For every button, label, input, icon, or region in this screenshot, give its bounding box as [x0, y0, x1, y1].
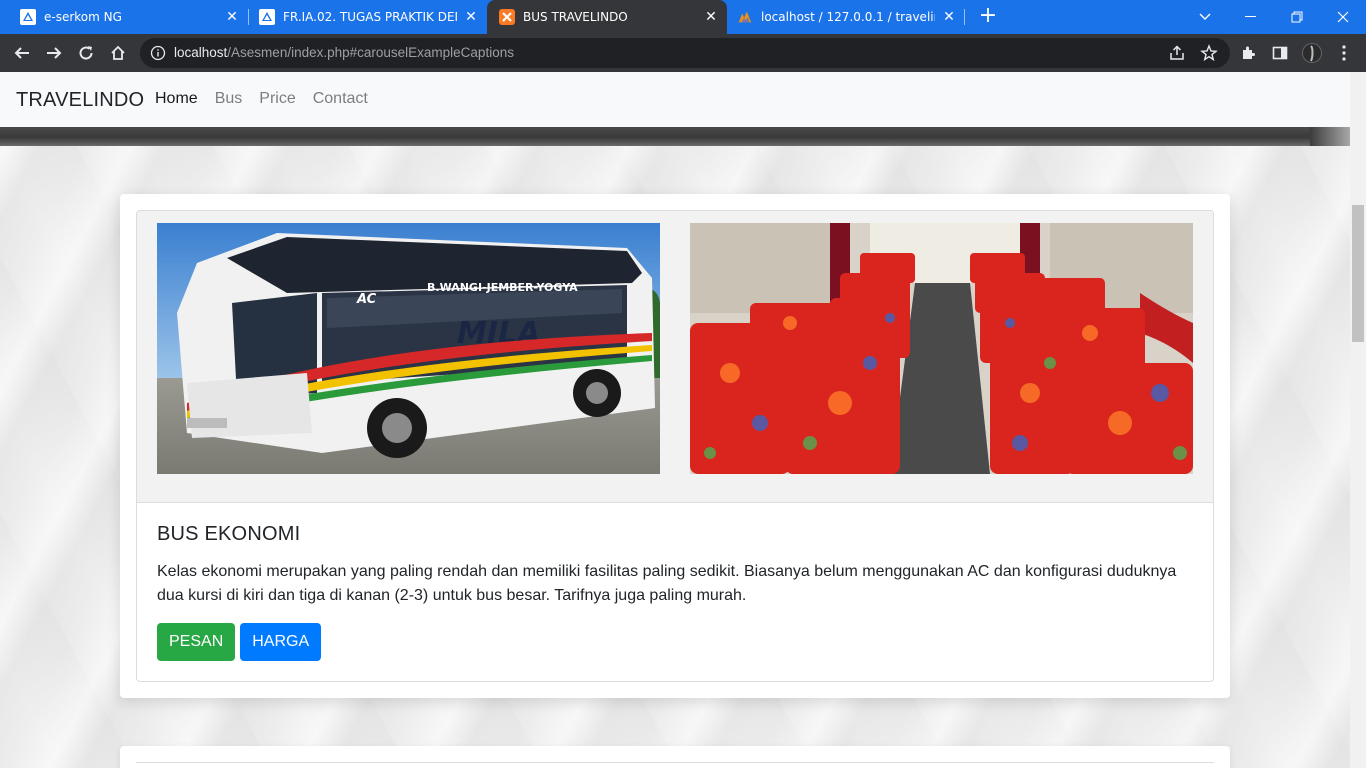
extensions-puzzle-icon[interactable]: [1236, 41, 1260, 65]
close-icon[interactable]: ✕: [463, 9, 479, 25]
bus-ekonomi-inner-card: MILA B.WANGI-JEMBER-YOGYA AC BUS EKONOMI…: [136, 210, 1214, 682]
tab-e-serkom[interactable]: e-serkom NG ✕: [0, 0, 248, 34]
bus-destination-text: B.WANGI-JEMBER-YOGYA: [427, 281, 578, 294]
tab-fr-ia-02[interactable]: FR.IA.02. TUGAS PRAKTIK DEMONS ✕: [239, 0, 487, 34]
tab-phpmyadmin[interactable]: localhost / 127.0.0.1 / travelindo ✕: [727, 0, 965, 34]
nav-link-home[interactable]: Home: [155, 90, 198, 108]
url-text[interactable]: localhost/Asesmen/index.php#carouselExam…: [174, 45, 514, 60]
next-bus-card: [120, 746, 1230, 768]
close-icon[interactable]: ✕: [703, 9, 719, 25]
side-panel-icon[interactable]: [1268, 41, 1292, 65]
new-tab-button[interactable]: +: [976, 5, 1000, 29]
bus-exterior-image: MILA B.WANGI-JEMBER-YOGYA AC: [157, 223, 660, 474]
browser-toolbar: localhost/Asesmen/index.php#carouselExam…: [0, 34, 1366, 72]
navbar-brand[interactable]: TRAVELINDO: [16, 89, 144, 112]
back-arrow-icon[interactable]: [10, 41, 34, 65]
tab-title: e-serkom NG: [44, 10, 122, 24]
scrollbar-thumb[interactable]: [1352, 205, 1364, 342]
tab-divider: [964, 9, 965, 25]
menu-kebab-icon[interactable]: [1332, 41, 1356, 65]
nav-link-bus[interactable]: Bus: [215, 90, 243, 108]
url-host: localhost: [174, 45, 228, 60]
card-title: BUS EKONOMI: [157, 523, 301, 545]
bus-interior-image: [690, 223, 1193, 474]
browser-tab-strip: e-serkom NG ✕ FR.IA.02. TUGAS PRAKTIK DE…: [0, 0, 1366, 34]
card-image-area: MILA B.WANGI-JEMBER-YOGYA AC: [137, 211, 1213, 503]
tab-title: localhost / 127.0.0.1 / travelindo: [761, 10, 935, 24]
share-icon[interactable]: [1168, 44, 1186, 66]
harga-button[interactable]: HARGA: [240, 623, 322, 661]
page-viewport: TRAVELINDO Home Bus Price Contact MILA B…: [0, 72, 1366, 768]
tab-title: FR.IA.02. TUGAS PRAKTIK DEMONS: [283, 10, 457, 24]
address-bar[interactable]: localhost/Asesmen/index.php#carouselExam…: [140, 38, 1230, 68]
pesan-button[interactable]: PESAN: [157, 623, 236, 661]
tab-search-chevron-down-icon[interactable]: [1182, 0, 1228, 34]
forward-arrow-icon[interactable]: [42, 41, 66, 65]
card-description: Kelas ekonomi merupakan yang paling rend…: [157, 563, 1177, 604]
triangle-logo-icon: [259, 9, 275, 25]
close-window-icon[interactable]: [1320, 0, 1366, 34]
page-scrollbar[interactable]: [1350, 72, 1366, 768]
carousel-bottom-edge: [0, 127, 1350, 146]
card-actions: PESAN HARGA: [157, 623, 1197, 661]
card-body: BUS EKONOMI Kelas ekonomi merupakan yang…: [157, 523, 1197, 661]
bus-ekonomi-card: MILA B.WANGI-JEMBER-YOGYA AC BUS EKONOMI…: [120, 194, 1230, 698]
nav-links: Home Bus Price Contact: [155, 90, 385, 108]
tab-title: BUS TRAVELINDO: [523, 10, 628, 24]
url-path: /Asesmen/index.php#carouselExampleCaptio…: [227, 45, 514, 60]
profile-avatar[interactable]: [1300, 41, 1324, 65]
restore-icon[interactable]: [1274, 0, 1320, 34]
close-icon[interactable]: ✕: [224, 9, 240, 25]
phpmyadmin-icon: [737, 9, 753, 25]
triangle-logo-icon: [20, 9, 36, 25]
home-icon[interactable]: [106, 41, 130, 65]
minimize-icon[interactable]: [1228, 0, 1274, 34]
bus-ac-text: AC: [356, 292, 377, 307]
bookmark-star-icon[interactable]: [1200, 44, 1218, 66]
site-info-icon[interactable]: [150, 45, 166, 65]
xampp-icon: [499, 9, 515, 25]
close-icon[interactable]: ✕: [941, 9, 957, 25]
tab-bus-travelindo[interactable]: BUS TRAVELINDO ✕: [487, 0, 727, 34]
nav-link-contact[interactable]: Contact: [313, 90, 368, 108]
navbar: TRAVELINDO Home Bus Price Contact: [0, 72, 1350, 127]
reload-icon[interactable]: [74, 41, 98, 65]
nav-link-price[interactable]: Price: [259, 90, 295, 108]
